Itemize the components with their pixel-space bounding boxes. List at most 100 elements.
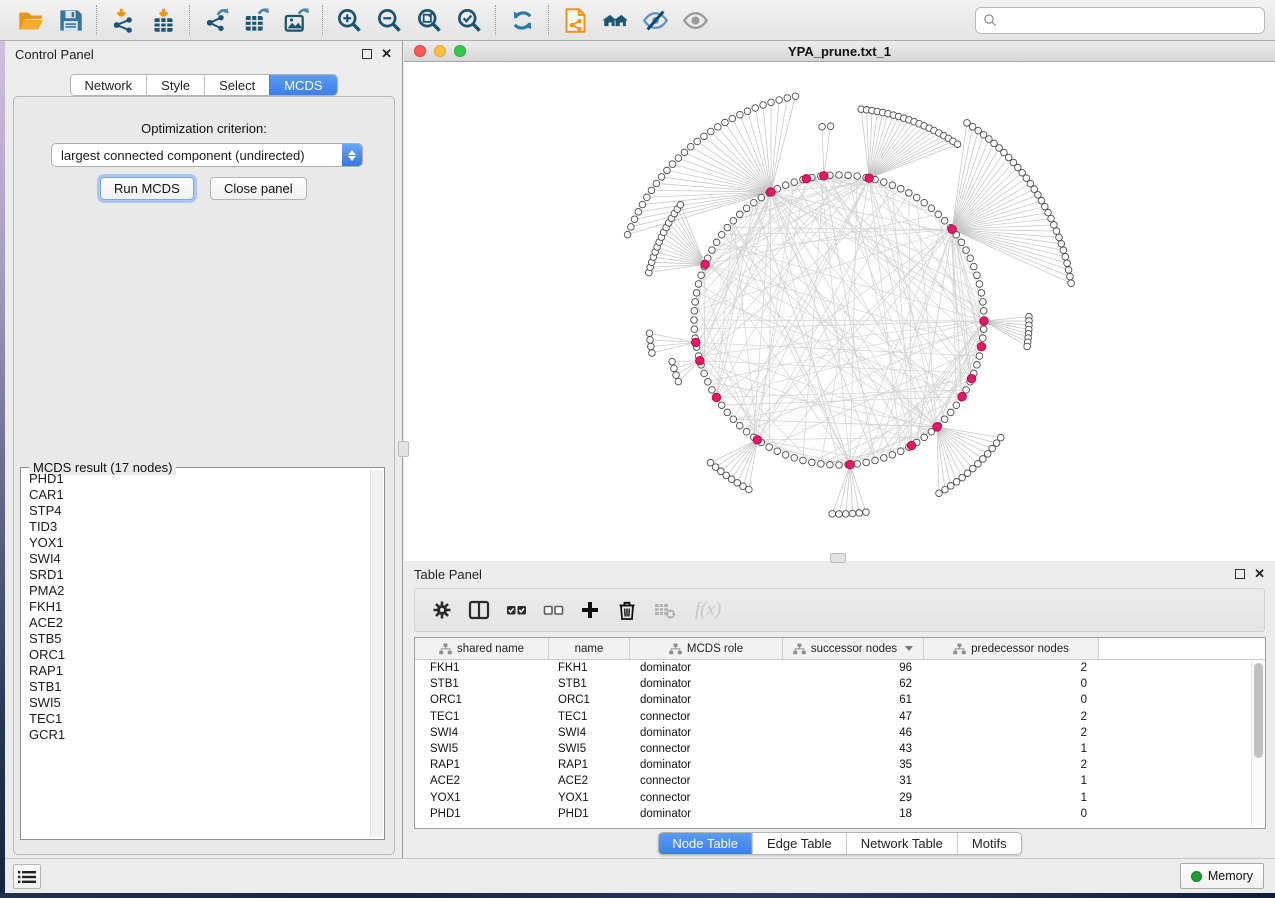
table-row[interactable]: RAP1RAP1dominator352 bbox=[415, 757, 1265, 773]
hide-selected-button[interactable] bbox=[635, 3, 675, 37]
column-header-MCDS-role[interactable]: MCDS role bbox=[630, 638, 783, 659]
list-icon bbox=[18, 870, 36, 884]
float-table-panel-icon[interactable] bbox=[1235, 569, 1245, 579]
table-row[interactable]: STB1STB1dominator620 bbox=[415, 676, 1265, 692]
tab-style[interactable]: Style bbox=[146, 75, 204, 95]
table-cell: 2 bbox=[924, 711, 1099, 723]
table-cell: RAP1 bbox=[549, 759, 630, 771]
table-tab-network-table[interactable]: Network Table bbox=[846, 833, 957, 854]
network-canvas[interactable] bbox=[404, 62, 1275, 561]
mcds-node-item[interactable]: GCR1 bbox=[22, 727, 369, 743]
table-row[interactable]: SWI4SWI4dominator462 bbox=[415, 725, 1265, 741]
criterion-dropdown[interactable]: largest connected component (undirected) bbox=[51, 143, 363, 167]
select-all-button[interactable] bbox=[501, 594, 531, 626]
table-scrollbar-thumb[interactable] bbox=[1254, 663, 1263, 758]
table-row[interactable]: ACE2ACE2connector311 bbox=[415, 773, 1265, 789]
mcds-tab-content: Optimization criterion: largest connecte… bbox=[13, 96, 395, 855]
tab-select[interactable]: Select bbox=[204, 75, 269, 95]
column-label: shared name bbox=[457, 643, 524, 655]
toolbar-separator bbox=[495, 5, 496, 35]
zoom-selected-button[interactable] bbox=[449, 3, 489, 37]
refresh-view-button[interactable] bbox=[502, 3, 542, 37]
columns-icon bbox=[468, 599, 490, 621]
search-input[interactable] bbox=[975, 7, 1265, 34]
open-file-button[interactable] bbox=[10, 3, 50, 37]
table-scrollbar bbox=[1251, 661, 1264, 826]
first-neighbors-button[interactable] bbox=[595, 3, 635, 37]
delete-row-button[interactable] bbox=[612, 594, 642, 626]
vertical-splitter-handle[interactable] bbox=[398, 441, 409, 457]
mcds-node-item[interactable]: TEC1 bbox=[22, 711, 369, 727]
show-all-button[interactable] bbox=[675, 3, 715, 37]
table-tab-node-table[interactable]: Node Table bbox=[658, 833, 752, 854]
table-cell: 47 bbox=[783, 711, 924, 723]
run-mcds-button[interactable]: Run MCDS bbox=[100, 177, 194, 200]
mcds-list-scrollbar[interactable] bbox=[370, 470, 383, 837]
mcds-node-item[interactable]: ACE2 bbox=[22, 615, 369, 631]
import-table-button[interactable] bbox=[143, 3, 183, 37]
import-network-button[interactable] bbox=[103, 3, 143, 37]
float-panel-icon[interactable] bbox=[362, 49, 372, 59]
settings-button[interactable] bbox=[427, 594, 457, 626]
table-cell: 31 bbox=[783, 775, 924, 787]
memory-button[interactable]: Memory bbox=[1180, 863, 1264, 889]
first-neighbors-icon bbox=[602, 7, 629, 34]
table-row[interactable]: TEC1TEC1connector472 bbox=[415, 709, 1265, 725]
tab-network[interactable]: Network bbox=[70, 75, 146, 95]
deselect-all-button[interactable] bbox=[538, 594, 568, 626]
mcds-node-item[interactable]: SWI4 bbox=[22, 551, 369, 567]
table-cell: ACE2 bbox=[549, 775, 630, 787]
export-table-button[interactable] bbox=[236, 3, 276, 37]
toolbar-separator bbox=[322, 5, 323, 35]
mcds-node-item[interactable]: CAR1 bbox=[22, 487, 369, 503]
mcds-node-item[interactable]: STB5 bbox=[22, 631, 369, 647]
close-panel-icon[interactable]: ✕ bbox=[381, 49, 392, 59]
network-list-button[interactable] bbox=[13, 864, 41, 889]
column-header-predecessor-nodes[interactable]: predecessor nodes bbox=[924, 638, 1099, 659]
mcds-node-item[interactable]: TID3 bbox=[22, 519, 369, 535]
hide-selected-icon bbox=[642, 7, 669, 34]
mcds-node-item[interactable]: STB1 bbox=[22, 679, 369, 695]
control-panel-title: Control Panel bbox=[15, 47, 94, 62]
table-tab-edge-table[interactable]: Edge Table bbox=[752, 833, 846, 854]
share-document-button[interactable] bbox=[555, 3, 595, 37]
memory-label: Memory bbox=[1208, 869, 1253, 883]
table-row[interactable]: PHD1PHD1dominator180 bbox=[415, 806, 1265, 822]
tab-mcds[interactable]: MCDS bbox=[269, 75, 336, 95]
column-header-shared-name[interactable]: shared name bbox=[415, 638, 549, 659]
mcds-node-item[interactable]: SRD1 bbox=[22, 567, 369, 583]
mcds-node-item[interactable]: PMA2 bbox=[22, 583, 369, 599]
mcds-node-item[interactable]: YOX1 bbox=[22, 535, 369, 551]
table-cell: FKH1 bbox=[415, 662, 549, 674]
table-row[interactable]: FKH1FKH1dominator962 bbox=[415, 660, 1265, 676]
table-row[interactable]: SWI5SWI5connector431 bbox=[415, 741, 1265, 757]
mcds-node-item[interactable]: STP4 bbox=[22, 503, 369, 519]
close-table-panel-icon[interactable]: ✕ bbox=[1254, 569, 1265, 579]
table-row[interactable]: YOX1YOX1connector291 bbox=[415, 790, 1265, 806]
share-document-icon bbox=[562, 7, 589, 34]
table-row[interactable]: ORC1ORC1dominator610 bbox=[415, 692, 1265, 708]
mcds-node-item[interactable]: FKH1 bbox=[22, 599, 369, 615]
export-network-button[interactable] bbox=[196, 3, 236, 37]
node-table: shared name name MCDS role successor node… bbox=[414, 637, 1266, 829]
zoom-in-button[interactable] bbox=[329, 3, 369, 37]
column-label: predecessor nodes bbox=[971, 643, 1069, 655]
zoom-fit-button[interactable] bbox=[409, 3, 449, 37]
close-panel-button[interactable]: Close panel bbox=[210, 177, 307, 200]
save-session-button[interactable] bbox=[50, 3, 90, 37]
table-cell: 96 bbox=[783, 662, 924, 674]
export-image-button[interactable] bbox=[276, 3, 316, 37]
horizontal-splitter-handle[interactable] bbox=[830, 553, 846, 563]
mcds-node-item[interactable]: PHD1 bbox=[22, 471, 369, 487]
mcds-node-item[interactable]: ORC1 bbox=[22, 647, 369, 663]
table-tab-motifs[interactable]: Motifs bbox=[957, 833, 1021, 854]
mcds-node-item[interactable]: RAP1 bbox=[22, 663, 369, 679]
zoom-out-button[interactable] bbox=[369, 3, 409, 37]
columns-button[interactable] bbox=[464, 594, 494, 626]
column-header-name[interactable]: name bbox=[549, 638, 630, 659]
add-row-button[interactable] bbox=[575, 594, 605, 626]
table-cell: dominator bbox=[630, 808, 783, 820]
column-header-successor-nodes[interactable]: successor nodes bbox=[783, 638, 924, 659]
mcds-node-item[interactable]: SWI5 bbox=[22, 695, 369, 711]
table-cell: TEC1 bbox=[549, 711, 630, 723]
